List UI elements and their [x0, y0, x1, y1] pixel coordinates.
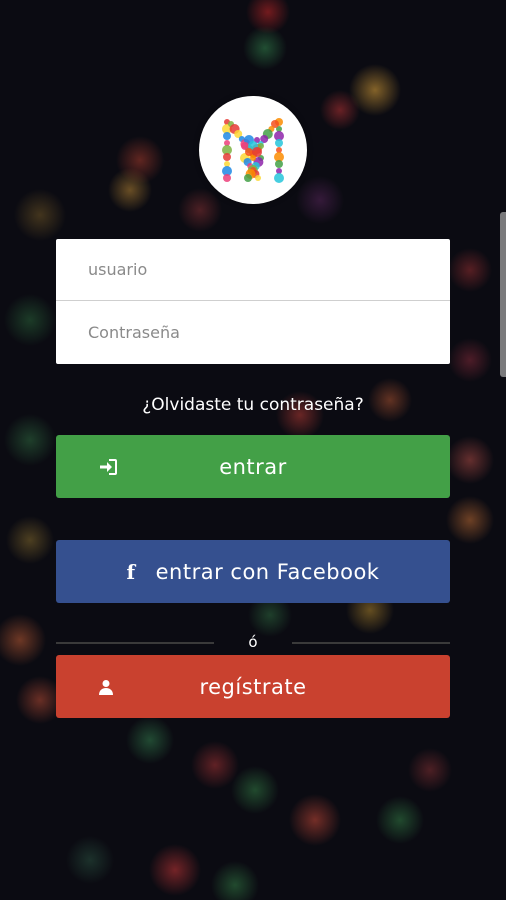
- enter-button-label: entrar: [219, 454, 287, 479]
- username-input[interactable]: [86, 259, 430, 280]
- password-input[interactable]: [86, 321, 430, 343]
- user-icon: [98, 679, 114, 695]
- password-field-container: [56, 301, 450, 363]
- username-field-container: [56, 239, 450, 301]
- login-form: [56, 239, 450, 364]
- facebook-icon: f: [126, 559, 136, 584]
- register-button[interactable]: regístrate: [56, 655, 450, 718]
- edge-scroll-handle[interactable]: [500, 212, 506, 377]
- forgot-password-link[interactable]: ¿Olvidaste tu contraseña?: [0, 395, 506, 415]
- heart-m-logo-icon: [222, 118, 284, 183]
- divider-line-right: [292, 642, 450, 644]
- facebook-button-label: entrar con Facebook: [155, 559, 380, 584]
- register-button-label: regístrate: [199, 674, 307, 699]
- or-divider: ó: [56, 633, 450, 653]
- app-logo: [199, 96, 307, 204]
- sign-in-icon: [98, 458, 118, 476]
- facebook-login-button[interactable]: f entrar con Facebook: [56, 540, 450, 603]
- enter-button[interactable]: entrar: [56, 435, 450, 498]
